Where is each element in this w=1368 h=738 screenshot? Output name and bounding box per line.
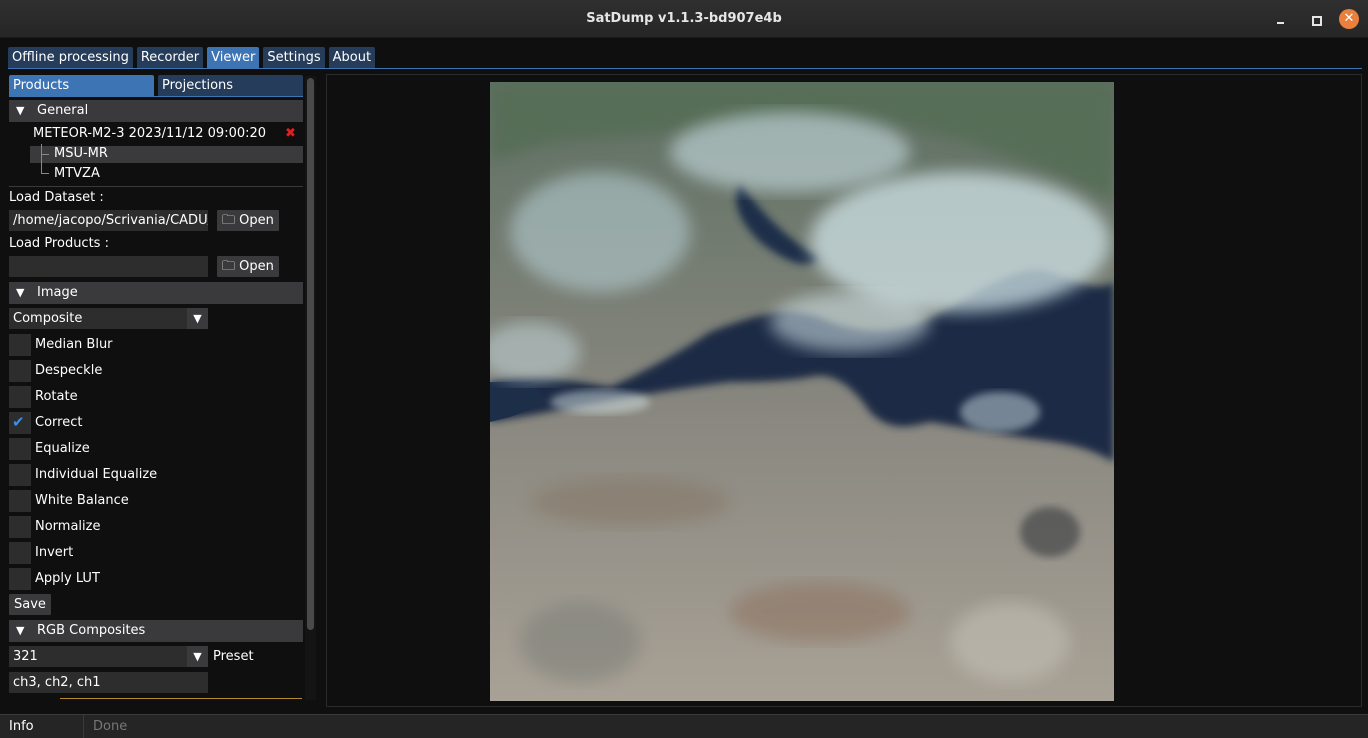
checkbox-label: Median Blur <box>35 337 113 352</box>
checkbox-label: Rotate <box>35 389 78 404</box>
checkbox-box[interactable] <box>9 386 31 408</box>
collapse-triangle-icon: ▼ <box>16 104 25 117</box>
tab-recorder[interactable]: Recorder <box>136 47 204 68</box>
checkmark-icon: ✔ <box>12 413 25 431</box>
save-button[interactable]: Save <box>9 594 51 615</box>
minimize-icon[interactable] <box>1271 9 1291 29</box>
tree-connector-branch <box>41 154 49 155</box>
preset-label: Preset <box>213 649 254 664</box>
image-mode-value: Composite <box>13 311 83 326</box>
open-dataset-label: Open <box>239 213 274 228</box>
status-text: Done <box>93 719 128 734</box>
rgb-composite-value: 321 <box>13 649 38 664</box>
rgb-composite-select[interactable]: 321 ▼ <box>9 646 208 667</box>
collapse-triangle-icon: ▼ <box>16 286 25 299</box>
checkbox-label: Correct <box>35 415 83 430</box>
tab-projections[interactable]: Projections <box>158 75 303 96</box>
checkbox-box[interactable] <box>9 464 31 486</box>
checkbox-label: Invert <box>35 545 74 560</box>
checkbox-label: Equalize <box>35 441 90 456</box>
checkbox-label: Despeckle <box>35 363 103 378</box>
panel-bottom-accent <box>60 698 302 699</box>
checkbox-box[interactable] <box>9 438 31 460</box>
sub-tab-underline <box>9 96 303 97</box>
image-header-label: Image <box>37 285 78 300</box>
checkbox-label: Individual Equalize <box>35 467 158 482</box>
status-bar: Info Done <box>0 714 1368 738</box>
open-products-button[interactable]: 🗀 Open <box>217 256 279 277</box>
dataset-name[interactable]: METEOR-M2-3 2023/11/12 09:00:20 <box>33 125 266 143</box>
checkbox-box[interactable] <box>9 360 31 382</box>
open-products-label: Open <box>239 259 274 274</box>
separator <box>9 186 303 187</box>
sub-tab-bar: Products Projections <box>9 75 303 96</box>
status-label: Info <box>9 719 34 734</box>
window-title: SatDump v1.1.3-bd907e4b <box>586 11 782 26</box>
tab-about[interactable]: About <box>328 47 376 68</box>
general-header-label: General <box>37 103 89 118</box>
remove-dataset-icon[interactable]: ✖ <box>285 126 296 141</box>
rgb-channels-field[interactable]: ch3, ch2, ch1 <box>9 672 208 693</box>
maximize-icon[interactable] <box>1305 9 1325 29</box>
tab-settings[interactable]: Settings <box>263 47 325 68</box>
folder-icon: 🗀 <box>222 213 236 228</box>
checkbox-box[interactable] <box>9 568 31 590</box>
checkbox-box[interactable] <box>9 516 31 538</box>
rgb-composites-section-header[interactable]: ▼ RGB Composites <box>9 620 303 642</box>
rgb-header-label: RGB Composites <box>37 623 146 638</box>
tab-products[interactable]: Products <box>9 75 154 96</box>
image-section-header[interactable]: ▼ Image <box>9 282 303 304</box>
close-icon[interactable]: ✕ <box>1339 9 1359 29</box>
dropdown-arrow-icon[interactable]: ▼ <box>187 308 208 329</box>
checkbox-box[interactable] <box>9 490 31 512</box>
tree-connector-line <box>41 144 42 173</box>
instrument-mtvza[interactable]: MTVZA <box>54 165 100 183</box>
tab-offline-processing[interactable]: Offline processing <box>8 47 133 68</box>
scrollbar-thumb[interactable] <box>307 78 314 630</box>
products-panel: Products Projections ▼ General METEOR-M2… <box>8 74 316 700</box>
left-panel-scrollbar[interactable] <box>305 76 316 700</box>
checkbox-box[interactable] <box>9 334 31 356</box>
instrument-msu-mr[interactable]: MSU-MR <box>54 145 108 163</box>
checkbox-label: White Balance <box>35 493 129 508</box>
tree-connector-branch <box>41 173 49 174</box>
title-bar: SatDump v1.1.3-bd907e4b ✕ <box>0 0 1368 38</box>
general-section-header[interactable]: ▼ General <box>9 100 303 122</box>
load-dataset-label: Load Dataset : <box>9 190 104 205</box>
satellite-image[interactable] <box>490 82 1114 701</box>
load-dataset-path-field[interactable]: /home/jacopo/Scrivania/CADU/( <box>9 210 208 231</box>
image-mode-select[interactable]: Composite ▼ <box>9 308 208 329</box>
folder-icon: 🗀 <box>222 259 236 274</box>
collapse-triangle-icon: ▼ <box>16 624 25 637</box>
tab-viewer[interactable]: Viewer <box>207 47 260 68</box>
dropdown-arrow-icon[interactable]: ▼ <box>187 646 208 667</box>
main-tab-bar: Offline processing Recorder Viewer Setti… <box>8 47 376 68</box>
checkbox-label: Normalize <box>35 519 101 534</box>
load-products-path-field[interactable] <box>9 256 208 277</box>
tab-underline <box>8 68 1362 69</box>
open-dataset-button[interactable]: 🗀 Open <box>217 210 279 231</box>
status-divider <box>83 715 84 738</box>
checkbox-label: Apply LUT <box>35 571 100 586</box>
checkbox-box[interactable] <box>9 542 31 564</box>
load-products-label: Load Products : <box>9 236 109 251</box>
